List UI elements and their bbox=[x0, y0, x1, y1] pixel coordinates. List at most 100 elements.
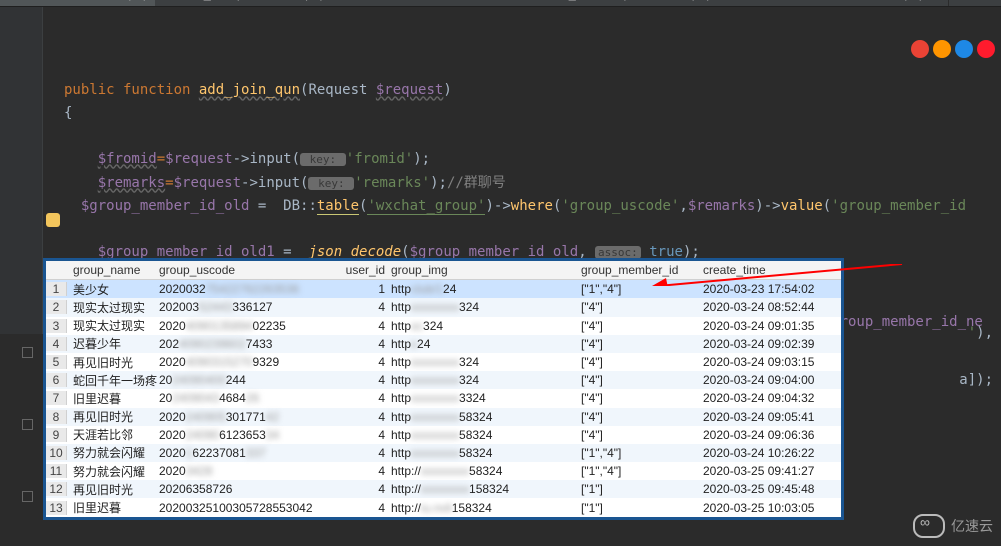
cell-user-id: 4 bbox=[337, 300, 391, 314]
fold-icon[interactable] bbox=[22, 347, 33, 358]
cell-group-name: 现实太过现实 bbox=[67, 299, 159, 316]
cell-group-name: 再见旧时光 bbox=[67, 354, 159, 371]
row-index: 9 bbox=[46, 428, 67, 442]
col-header[interactable]: group_name bbox=[67, 263, 159, 277]
table-row[interactable]: 1美少女2020032754227622635361httpclub/124["… bbox=[46, 280, 841, 298]
cell-group-img: httpxc324 bbox=[391, 319, 581, 333]
cell-user-id: 4 bbox=[337, 410, 391, 424]
table-row[interactable]: 7旧里迟暮2024090434684264httpxxxxxxxx3324["4… bbox=[46, 389, 841, 407]
cell-group-uscode: 20200325100305728553042 bbox=[159, 501, 337, 515]
cell-group-img: httpxxxxxxxx3324 bbox=[391, 391, 581, 405]
row-index: 8 bbox=[46, 410, 67, 424]
cell-group-img: http://xxxxxxxx158324 bbox=[391, 482, 581, 496]
fold-icon[interactable] bbox=[22, 491, 33, 502]
table-row[interactable]: 5再见旧时光2020409031527093294httpxxxxxxxx324… bbox=[46, 353, 841, 371]
cell-group-member-id: ["4"] bbox=[581, 428, 697, 442]
cell-user-id: 4 bbox=[337, 501, 391, 515]
cell-group-img: httpx24 bbox=[391, 337, 581, 351]
cell-group-uscode: 202024090612365334 bbox=[159, 428, 337, 442]
cell-create-time: 2020-03-25 10:03:05 bbox=[697, 501, 833, 515]
col-header[interactable]: group_member_id bbox=[581, 263, 697, 277]
cell-group-member-id: ["4"] bbox=[581, 373, 697, 387]
fold-icon[interactable] bbox=[22, 419, 33, 430]
table-row[interactable]: 2现实太过现实202003524433361274httpxxxxxxxx324… bbox=[46, 298, 841, 316]
row-index: 3 bbox=[46, 319, 67, 333]
cell-group-member-id: ["4"] bbox=[581, 300, 697, 314]
tab-label: add_createqun.blade.php bbox=[547, 0, 713, 1]
cell-group-uscode: 2020409013589402235 bbox=[159, 319, 337, 333]
cell-group-member-id: ["1","4"] bbox=[581, 464, 697, 478]
cell-create-time: 2020-03-24 09:02:39 bbox=[697, 337, 833, 351]
table-row[interactable]: 10努力就会闪耀20201622370813374httpxxxxxxxx583… bbox=[46, 444, 841, 462]
row-index: 2 bbox=[46, 300, 67, 314]
cell-group-img: httpxxxxxxxx324 bbox=[391, 300, 581, 314]
row-index: 7 bbox=[46, 391, 67, 405]
row-index: 5 bbox=[46, 355, 67, 369]
cell-group-member-id: ["4"] bbox=[581, 391, 697, 405]
cell-user-id: 4 bbox=[337, 482, 391, 496]
cell-group-name: 旧里迟暮 bbox=[67, 499, 159, 516]
row-index: 10 bbox=[46, 446, 67, 460]
cell-group-uscode: 202040903152709329 bbox=[159, 355, 337, 369]
cell-group-name: 现实太过现实 bbox=[67, 317, 159, 334]
table-row[interactable]: 11努力就会闪耀202034284http://xxxxxxxx58324["1… bbox=[46, 462, 841, 480]
cell-group-name: 旧里迟暮 bbox=[67, 390, 159, 407]
cell-group-name: 天涯若比邻 bbox=[67, 426, 159, 443]
editor-tab-bar: ...Controller.php add_newqun.blade.php× … bbox=[0, 0, 1001, 7]
code-fragment: a]); bbox=[959, 372, 993, 388]
cell-group-uscode: 20206358726 bbox=[159, 482, 337, 496]
cell-group-name: 再见旧时光 bbox=[67, 481, 159, 498]
cell-create-time: 2020-03-25 09:45:48 bbox=[697, 482, 833, 496]
cell-user-id: 4 bbox=[337, 391, 391, 405]
cell-user-id: 4 bbox=[337, 464, 391, 478]
col-header[interactable]: user_id bbox=[337, 263, 391, 277]
cell-group-img: http://xxxxxxxx58324 bbox=[391, 464, 581, 478]
table-row[interactable]: 3现实太过现实20204090135894022354httpxc324["4"… bbox=[46, 317, 841, 335]
table-row[interactable]: 6蛇回千年一场疼20240904002444httpxxxxxxxx324["4… bbox=[46, 371, 841, 389]
cell-group-member-id: ["4"] bbox=[581, 337, 697, 351]
cell-create-time: 2020-03-24 09:05:41 bbox=[697, 410, 833, 424]
cell-user-id: 1 bbox=[337, 282, 391, 296]
cell-group-uscode: 202024090530177142 bbox=[159, 410, 337, 424]
col-header[interactable]: group_uscode bbox=[159, 263, 337, 277]
cell-group-member-id: ["1","4"] bbox=[581, 282, 697, 296]
row-index: 6 bbox=[46, 373, 67, 387]
cell-create-time: 2020-03-24 09:04:00 bbox=[697, 373, 833, 387]
editor-tab[interactable]: WxchatfriendController.php× bbox=[711, 0, 949, 6]
editor-tab[interactable]: add_createqun.blade.php× bbox=[520, 0, 736, 6]
row-index: 4 bbox=[46, 337, 67, 351]
cell-group-uscode: 2020162237081337 bbox=[159, 446, 337, 460]
row-index: 12 bbox=[46, 482, 67, 496]
cell-group-member-id: ["4"] bbox=[581, 410, 697, 424]
cell-user-id: 4 bbox=[337, 355, 391, 369]
row-index: 13 bbox=[46, 501, 67, 515]
table-row[interactable]: 13旧里迟暮202003251003057285530424http://iu.… bbox=[46, 498, 841, 516]
editor-tab[interactable]: add_newqun.blade.php× bbox=[155, 0, 350, 6]
cell-group-img: httpxxxxxxxx58324 bbox=[391, 410, 581, 424]
cell-create-time: 2020-03-24 08:52:44 bbox=[697, 300, 833, 314]
col-header[interactable]: group_img bbox=[391, 263, 581, 277]
table-row[interactable]: 12再见旧时光202063587264http://xxxxxxxx158324… bbox=[46, 480, 841, 498]
tab-label: add_newqun.blade.php bbox=[182, 0, 327, 1]
cell-group-name: 努力就会闪耀 bbox=[67, 463, 159, 480]
watermark-logo: 亿速云 bbox=[913, 514, 993, 538]
database-result-panel: group_name group_uscode user_id group_im… bbox=[43, 258, 844, 520]
code-fragment: '), bbox=[968, 325, 993, 341]
cell-group-img: http://iu.nvli158324 bbox=[391, 501, 581, 515]
cell-create-time: 2020-03-23 17:54:02 bbox=[697, 282, 833, 296]
table-row[interactable]: 9天涯若比邻2020240906123653344httpxxxxxxxx583… bbox=[46, 426, 841, 444]
editor-tab[interactable]: ...Controller.php bbox=[0, 0, 161, 6]
col-header[interactable]: create_time bbox=[697, 263, 833, 277]
table-row[interactable]: 4迟暮少年202409023960274334httpx24["4"]2020-… bbox=[46, 335, 841, 353]
cell-group-name: 迟暮少年 bbox=[67, 335, 159, 352]
cell-user-id: 4 bbox=[337, 373, 391, 387]
cell-group-uscode: 20203428 bbox=[159, 464, 337, 478]
cell-group-member-id: ["1","4"] bbox=[581, 446, 697, 460]
intention-bulb-icon[interactable] bbox=[46, 213, 60, 227]
cell-user-id: 4 bbox=[337, 428, 391, 442]
cell-create-time: 2020-03-24 10:26:22 bbox=[697, 446, 833, 460]
cell-group-member-id: ["4"] bbox=[581, 319, 697, 333]
row-index: 1 bbox=[46, 282, 67, 296]
cell-group-img: httpxxxxxxxx324 bbox=[391, 373, 581, 387]
table-row[interactable]: 8再见旧时光2020240905301771424httpxxxxxxxx583… bbox=[46, 408, 841, 426]
